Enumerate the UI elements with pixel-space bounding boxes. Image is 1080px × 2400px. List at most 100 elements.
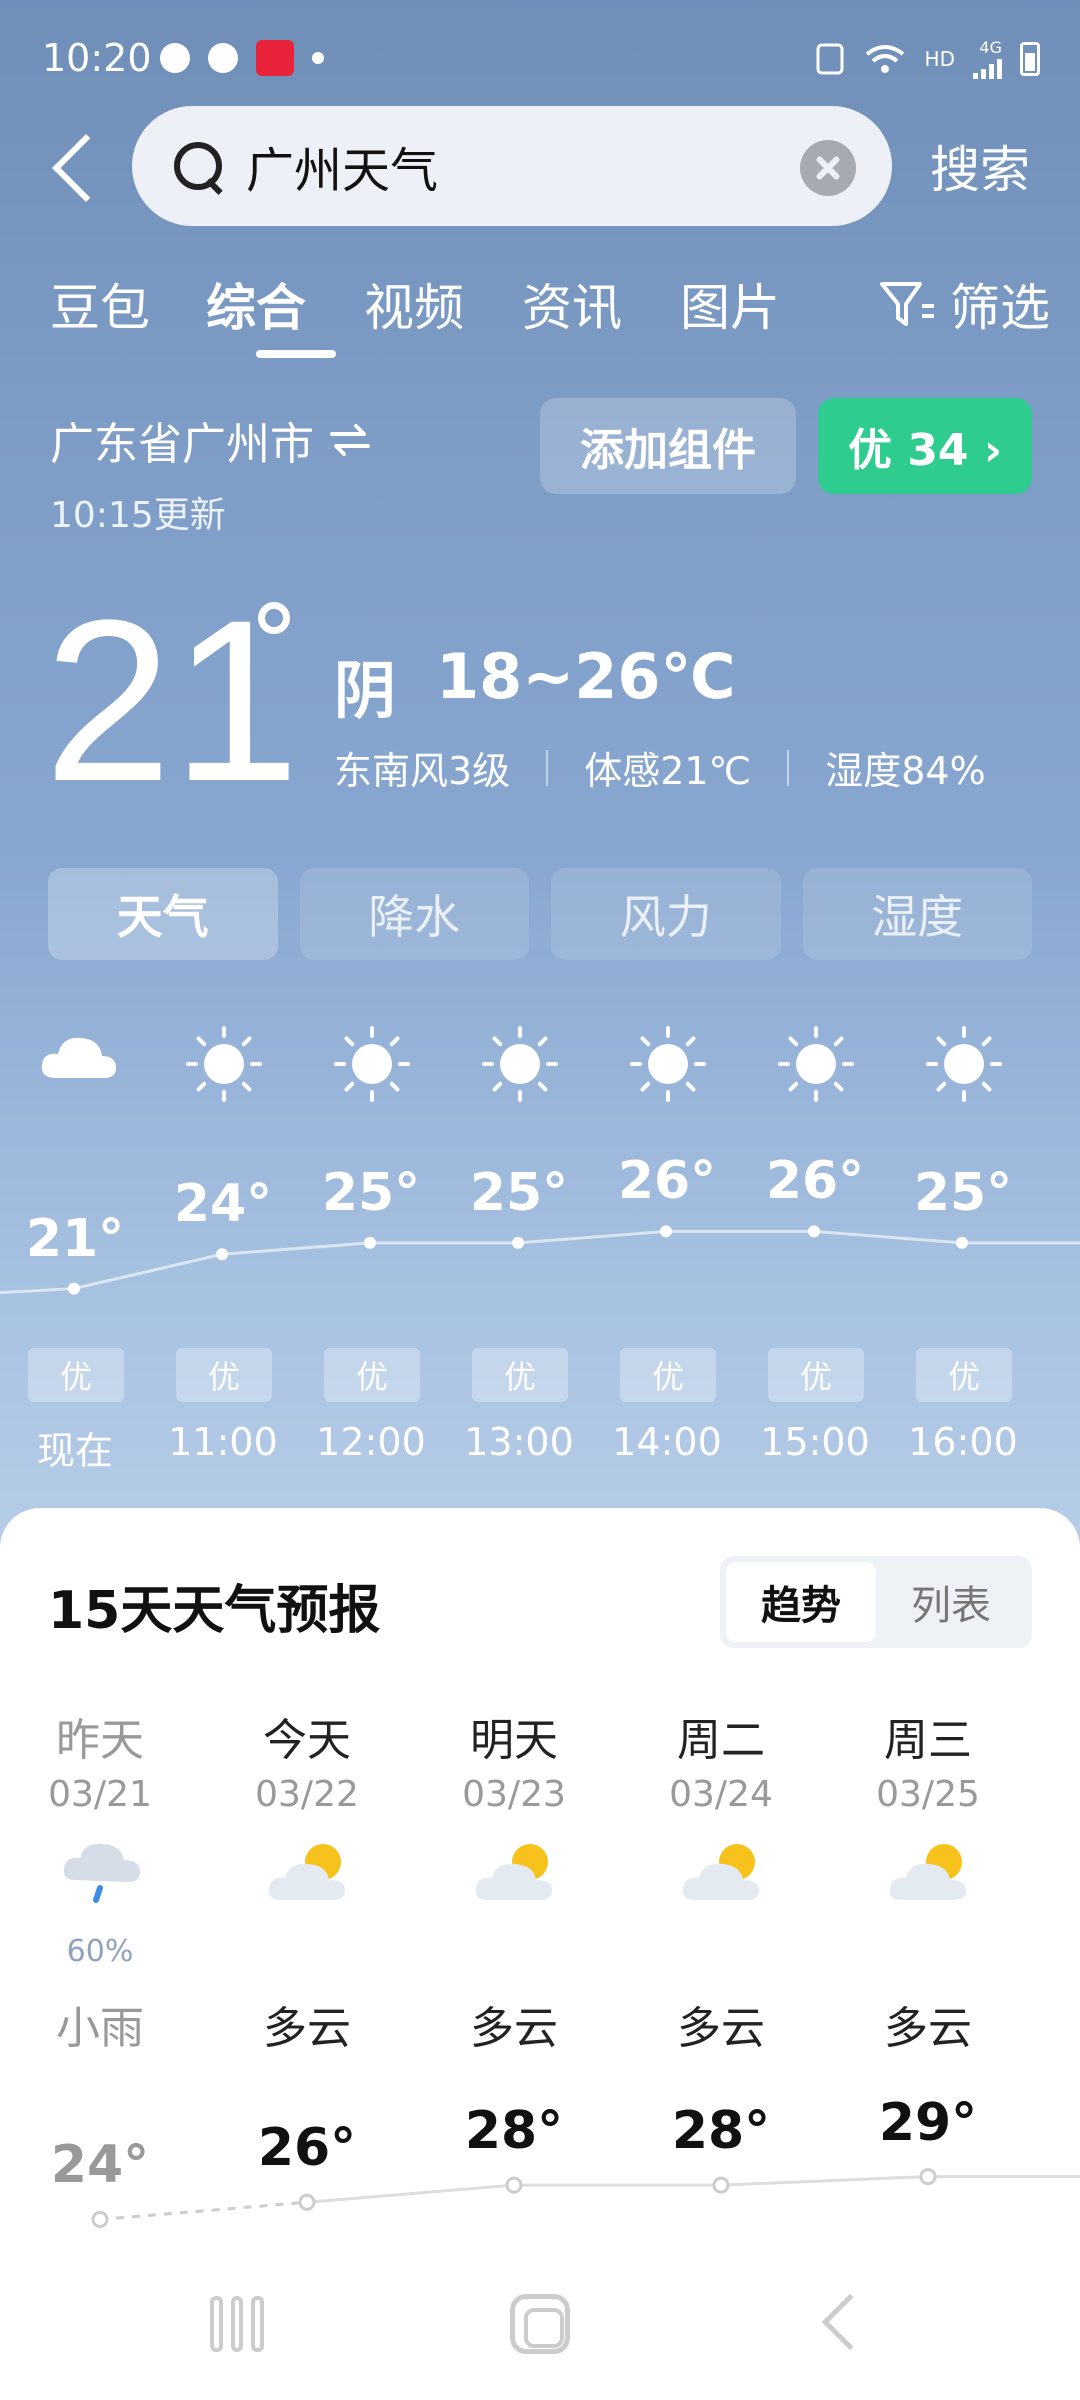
battery-icon [1020, 41, 1040, 76]
tab-weather[interactable]: 天气 [48, 868, 278, 960]
hour-time: 12:00 [316, 1420, 426, 1464]
hourly-point [216, 1248, 228, 1261]
day-precip-chance: 60% [66, 1934, 134, 1969]
hour-temperature: 25° [469, 1162, 569, 1223]
wind: 东南风3级 [334, 749, 511, 793]
hour-aqi-badge: 优 [176, 1348, 272, 1402]
day-name: 周三 [884, 1715, 972, 1766]
home-button[interactable] [510, 2294, 570, 2354]
hour-time: 15:00 [760, 1420, 870, 1464]
current-condition: 阴 [334, 654, 397, 727]
partly-cloudy-icon [267, 1838, 351, 1910]
sun-icon [926, 1026, 1002, 1102]
day-date: 03/22 [255, 1774, 359, 1815]
wifi-icon [865, 44, 904, 73]
hour-temperature: 21° [25, 1208, 125, 1269]
hour-temperature: 26° [765, 1151, 865, 1212]
day-temperature: 28° [671, 2101, 771, 2162]
sim-icon [816, 43, 844, 74]
aqi-badge-button[interactable]: 优 34 › [818, 398, 1032, 494]
hourly-point [364, 1236, 376, 1249]
hour-aqi-badge: 优 [472, 1348, 568, 1402]
hour-aqi-badge: 优 [916, 1348, 1012, 1402]
tab-humidity[interactable]: 湿度 [802, 868, 1032, 960]
daily-point [712, 2176, 730, 2194]
day-temperature: 24° [50, 2135, 150, 2196]
hour-time: 现在 [36, 1429, 113, 1473]
tab-precipitation[interactable]: 降水 [299, 868, 529, 960]
day-condition: 多云 [470, 2003, 558, 2054]
more-dot-icon [312, 52, 324, 64]
forecast-panel: 15天天气预报 趋势 列表 昨天 03/21 60% 小雨 24° 今天 03/22 多云 26… [0, 1508, 1080, 2400]
update-time: 10:15更新 [50, 495, 226, 536]
tab-doubao[interactable]: 豆包 [50, 268, 150, 340]
sun-icon [334, 1026, 410, 1102]
nav-back-button[interactable] [821, 2293, 879, 2351]
daily-point [505, 2176, 523, 2194]
day-date: 03/23 [462, 1774, 566, 1815]
signal-icon [973, 57, 1002, 79]
hour-temperature: 24° [173, 1174, 273, 1235]
hourly-point [512, 1236, 524, 1249]
hour-aqi-badge: 优 [28, 1348, 124, 1402]
metric-tabs: 天气 降水 风力 湿度 [48, 868, 1032, 960]
hourly-curve [0, 1229, 1080, 1295]
daily-curve-past [99, 2200, 308, 2221]
daily-point [91, 2210, 109, 2228]
hour-time: 16:00 [908, 1420, 1018, 1464]
filter-button[interactable]: 筛选 [876, 268, 1050, 340]
clear-icon[interactable] [800, 140, 856, 196]
recent-apps-button[interactable] [210, 2296, 265, 2352]
day-temperature: 29° [878, 2092, 978, 2153]
daily-point [298, 2193, 316, 2211]
partly-cloudy-icon [474, 1838, 558, 1910]
sun-icon [630, 1026, 706, 1102]
status-bar: 10:20 HD 4G [0, 0, 1080, 120]
cloud-icon [38, 1026, 116, 1102]
location-switch[interactable]: 广东省广州市 [50, 408, 372, 472]
tab-wind[interactable]: 风力 [551, 868, 781, 960]
sun-icon [482, 1026, 558, 1102]
day-name: 明天 [470, 1715, 558, 1766]
hour-aqi-badge: 优 [620, 1348, 716, 1402]
day-temperature: 26° [257, 2118, 357, 2179]
day-condition: 小雨 [56, 2003, 144, 2054]
today-range: 18~26℃ [436, 640, 736, 713]
hourly-forecast[interactable]: 21° 优现在 24° 优 11:00 25° 优 12:00 25° 优 13:00 26° 优 14:… [0, 1000, 1080, 1480]
back-button[interactable] [44, 128, 104, 208]
daily-point [919, 2168, 937, 2186]
tab-news[interactable]: 资讯 [522, 268, 622, 340]
current-details: 东南风3级 体感21℃ 湿度84% [334, 740, 986, 795]
account-icon [208, 43, 238, 73]
hour-aqi-badge: 优 [324, 1348, 420, 1402]
tab-comprehensive[interactable]: 综合 [206, 268, 306, 340]
daily-curve [306, 2175, 1080, 2204]
network-type: 4G [979, 38, 1002, 57]
search-input[interactable]: 广州天气 [132, 106, 892, 226]
hourly-point [660, 1225, 672, 1238]
system-nav-bar [0, 2276, 1080, 2400]
notification-icons [160, 40, 324, 76]
hour-time: 14:00 [612, 1420, 722, 1464]
hour-time: 13:00 [464, 1420, 574, 1464]
active-tab-indicator [256, 350, 336, 358]
notification-app-icon [160, 43, 190, 73]
filter-label: 筛选 [950, 279, 1050, 337]
hour-temperature: 25° [913, 1162, 1013, 1223]
tab-images[interactable]: 图片 [680, 268, 780, 340]
search-query: 广州天气 [246, 143, 439, 199]
system-icons: HD 4G [815, 38, 1040, 79]
tab-video[interactable]: 视频 [364, 268, 464, 340]
day-condition: 多云 [677, 2003, 765, 2054]
sun-icon [186, 1026, 262, 1102]
add-widget-button[interactable]: 添加组件 [540, 398, 796, 494]
search-button[interactable]: 搜索 [930, 130, 1030, 202]
day-temperature: 28° [464, 2101, 564, 2162]
humidity: 湿度84% [825, 749, 986, 793]
hour-aqi-badge: 优 [768, 1348, 864, 1402]
hourly-point [956, 1236, 968, 1249]
day-name: 今天 [263, 1715, 351, 1766]
feels-like: 体感21℃ [584, 749, 752, 793]
day-date: 03/25 [876, 1774, 980, 1815]
partly-cloudy-icon [681, 1838, 765, 1910]
